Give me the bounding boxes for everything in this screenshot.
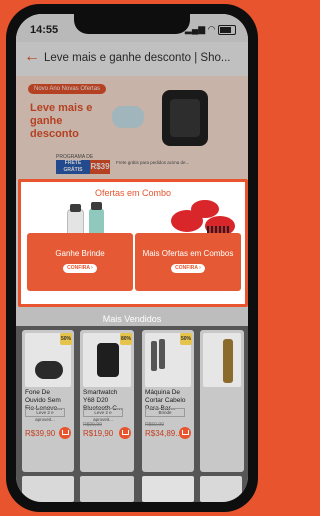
status-time: 14:55 [30, 24, 59, 36]
promo-pill: Novo Ano Novas Ofertas [28, 84, 107, 94]
promo-banner[interactable]: Novo Ano Novas Ofertas Leve mais e ganhe… [16, 76, 248, 180]
promo-headline: Leve mais e ganhe desconto [30, 102, 93, 140]
product-price: R$19,90 [83, 429, 114, 438]
product-tag: Brinde [145, 408, 185, 417]
discount-badge: 50% [180, 333, 192, 345]
add-to-cart-icon[interactable] [119, 427, 131, 439]
product-tag: Leve 2 e aproveit... [25, 408, 65, 422]
old-price: R$99,90 [83, 422, 102, 428]
pot-image [171, 210, 203, 232]
top-nav: ← Leve mais e ganhe desconto | Sho... [16, 42, 248, 77]
ganhe-brinde-card[interactable]: Ganhe Brinde CONFIRA › [27, 233, 133, 291]
product-tag: Leve 2 e aproveit... [83, 408, 123, 422]
discount-badge: 50% [60, 333, 72, 345]
product-image [203, 333, 241, 387]
card-label: Ganhe Brinde [55, 249, 105, 258]
product-card[interactable]: 50% Máquina De Cortar Cabelo Para Bar...… [142, 330, 194, 472]
mais-ofertas-card[interactable]: Mais Ofertas em Combos CONFIRA › [135, 233, 241, 291]
confira-button[interactable]: CONFIRA › [63, 264, 97, 273]
product-price: R$34,89... [145, 429, 182, 438]
product-price: R$39,90 [25, 429, 56, 438]
back-arrow-icon[interactable]: ← [24, 48, 40, 66]
product-card[interactable]: 50% Fone De Ouvido Sem Fio Lenovo... Lev… [22, 330, 74, 472]
smartwatch-product-image [97, 343, 119, 377]
old-price: R$69,90 [145, 422, 164, 428]
mais-vendidos-title: Mais Vendidos [102, 314, 162, 324]
earbuds-image [112, 106, 144, 128]
trimmer-image [223, 339, 233, 383]
page-title: Leve mais e ganhe desconto | Sho... [44, 52, 231, 64]
product-tile[interactable] [200, 476, 242, 502]
status-icons: ▂▄▆ ◠ [185, 24, 236, 35]
product-tile[interactable] [80, 476, 134, 502]
more-products-row [22, 476, 242, 502]
smartwatch-image [162, 90, 208, 146]
combo-offers-panel: Ofertas em Combo Ganhe Brinde CONFIRA › … [18, 179, 248, 307]
product-tile[interactable] [22, 476, 74, 502]
confira-button[interactable]: CONFIRA › [171, 264, 205, 273]
clipper-image [159, 339, 165, 369]
notch [74, 14, 190, 34]
card-label: Mais Ofertas em Combos [142, 249, 234, 258]
app-screen: 14:55 ▂▄▆ ◠ ← Leve mais e ganhe desconto… [16, 14, 248, 502]
product-tile[interactable] [142, 476, 194, 502]
discount-badge: 80% [120, 333, 132, 345]
fine-print: Frete grátis para pedidos acima de... [116, 160, 190, 165]
phone-frame: 14:55 ▂▄▆ ◠ ← Leve mais e ganhe desconto… [6, 4, 258, 512]
combo-title: Ofertas em Combo [94, 188, 172, 198]
product-card[interactable]: 80% Smartwatch Y68 D20 Bluetooth C... Le… [80, 330, 134, 472]
frete-gratis-badge: FRETE GRÁTIS [56, 160, 90, 174]
earbuds-case-image [35, 361, 63, 379]
frete-value-badge: R$39 [90, 160, 110, 174]
battery-icon [218, 24, 236, 35]
product-card[interactable] [200, 330, 244, 472]
add-to-cart-icon[interactable] [59, 427, 71, 439]
add-to-cart-icon[interactable] [179, 427, 191, 439]
clipper-image [151, 341, 157, 371]
